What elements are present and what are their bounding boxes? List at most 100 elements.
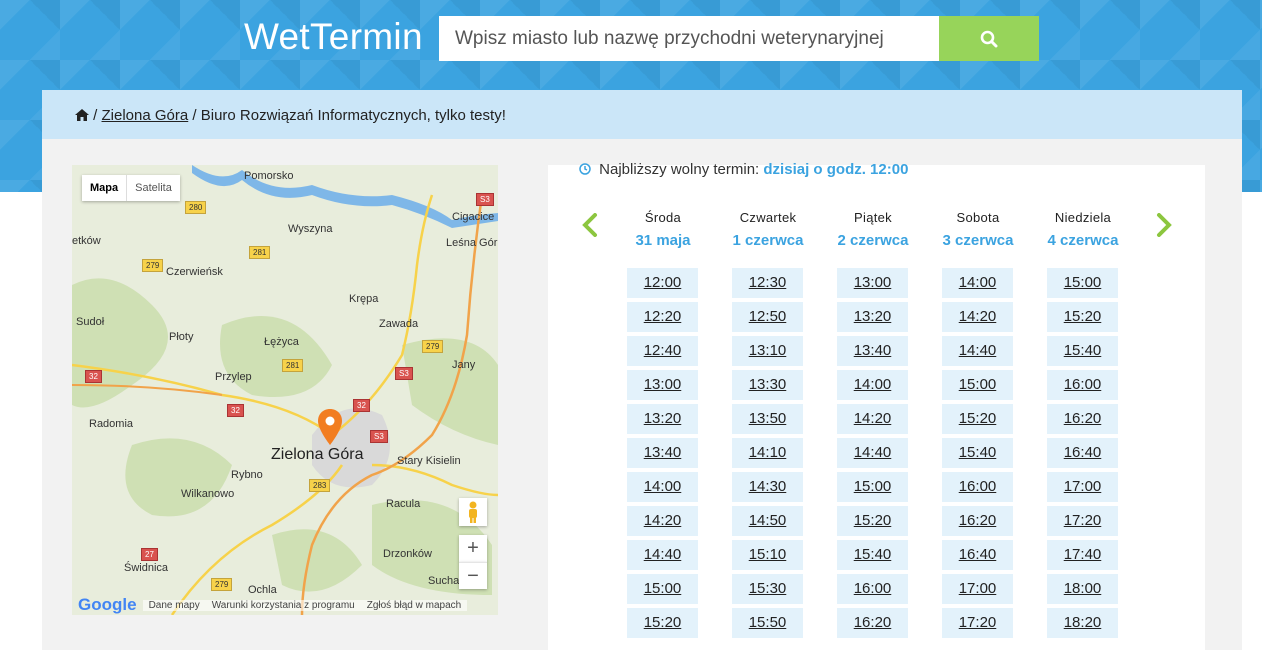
time-slot-button[interactable]: 12:40 [627, 336, 698, 366]
map-place-label: Radomia [89, 418, 134, 430]
time-slot-button[interactable]: 15:00 [837, 472, 908, 502]
zoom-out-button[interactable]: − [459, 562, 487, 589]
time-slot-button[interactable]: 17:20 [1047, 506, 1118, 536]
day-date: 31 maja [635, 232, 691, 249]
map-tab-map[interactable]: Mapa [82, 175, 128, 201]
road-badge: 279 [211, 578, 233, 591]
time-slot-button[interactable]: 13:50 [732, 404, 803, 434]
time-slot-button[interactable]: 13:00 [837, 268, 908, 298]
time-slot-button[interactable]: 14:20 [942, 302, 1013, 332]
road-badge: 281 [249, 246, 271, 259]
time-slot-button[interactable]: 17:00 [942, 574, 1013, 604]
search-input[interactable] [439, 16, 939, 61]
time-slot-button[interactable]: 15:20 [1047, 302, 1118, 332]
nearest-value[interactable]: dzisiaj o godz. 12:00 [763, 161, 908, 178]
time-slot-button[interactable]: 13:40 [627, 438, 698, 468]
time-slot-button[interactable]: 16:20 [942, 506, 1013, 536]
chevron-right-icon[interactable] [1156, 213, 1172, 237]
map-place-label: Jany [452, 359, 476, 371]
road-badge: S3 [395, 367, 413, 380]
time-slot-button[interactable]: 14:40 [627, 540, 698, 570]
map-place-label: Stary Kisielin [397, 455, 461, 467]
time-slot-button[interactable]: 13:20 [837, 302, 908, 332]
brand-logo[interactable]: WetTermin [244, 16, 423, 58]
time-slot-button[interactable]: 16:20 [837, 608, 908, 638]
time-slot-button[interactable]: 17:40 [1047, 540, 1118, 570]
time-slot-button[interactable]: 15:00 [1047, 268, 1118, 298]
time-slot-button[interactable]: 16:20 [1047, 404, 1118, 434]
map[interactable]: Mapa Satelita Pomorsko Cigacice Leśna Gó… [72, 165, 498, 615]
time-slot-button[interactable]: 12:20 [627, 302, 698, 332]
time-slot-button[interactable]: 16:00 [1047, 370, 1118, 400]
time-slot-button[interactable]: 15:30 [732, 574, 803, 604]
time-slot-button[interactable]: 13:20 [627, 404, 698, 434]
map-place-label: Leśna Gór [446, 237, 498, 249]
time-slot-button[interactable]: 15:10 [732, 540, 803, 570]
map-report-link[interactable]: Zgłoś błąd w mapach [360, 599, 468, 611]
breadcrumb: / Zielona Góra / Biuro Rozwiązań Informa… [42, 90, 1242, 139]
time-slot-button[interactable]: 17:20 [942, 608, 1013, 638]
time-slot-button[interactable]: 15:00 [627, 574, 698, 604]
time-slot-button[interactable]: 14:00 [837, 370, 908, 400]
map-marker-icon[interactable] [318, 409, 342, 445]
map-type-tabs: Mapa Satelita [82, 175, 180, 201]
map-terrain [72, 165, 498, 615]
time-slot-button[interactable]: 15:50 [732, 608, 803, 638]
time-slot-button[interactable]: 15:20 [942, 404, 1013, 434]
day-name: Niedziela [1054, 210, 1112, 225]
breadcrumb-separator: / [93, 107, 98, 124]
road-badge: 283 [309, 479, 331, 492]
time-slot-button[interactable]: 13:40 [837, 336, 908, 366]
home-icon[interactable] [75, 109, 89, 121]
pegman-icon [469, 501, 477, 523]
time-slot-button[interactable]: 15:20 [627, 608, 698, 638]
time-slot-button[interactable]: 12:30 [732, 268, 803, 298]
time-slot-button[interactable]: 18:00 [1047, 574, 1118, 604]
time-slot-button[interactable]: 14:30 [732, 472, 803, 502]
time-slot-button[interactable]: 14:10 [732, 438, 803, 468]
time-slot-button[interactable]: 16:00 [837, 574, 908, 604]
time-slot-button[interactable]: 14:20 [837, 404, 908, 434]
map-place-label: Krępa [349, 293, 379, 305]
chevron-left-icon[interactable] [582, 213, 598, 237]
time-slot-button[interactable]: 13:10 [732, 336, 803, 366]
time-slot-button[interactable]: 14:40 [942, 336, 1013, 366]
time-slot-button[interactable]: 14:20 [627, 506, 698, 536]
time-slot-list: 12:30 12:50 13:10 13:30 13:50 14:10 14:30 14:50… [732, 268, 804, 638]
day-name: Sobota [956, 210, 1000, 225]
time-slot-button[interactable]: 18:20 [1047, 608, 1118, 638]
map-data-link[interactable]: Dane mapy [142, 599, 206, 611]
time-slot-button[interactable]: 15:20 [837, 506, 908, 536]
map-place-label: Świdnica [124, 562, 169, 574]
time-slot-button[interactable]: 15:00 [942, 370, 1013, 400]
map-place-label: Sucha [428, 575, 460, 587]
time-slot-button[interactable]: 13:00 [627, 370, 698, 400]
time-slot-button[interactable]: 14:00 [942, 268, 1013, 298]
map-place-label: Płoty [169, 331, 194, 343]
map-terms-link[interactable]: Warunki korzystania z programu [205, 599, 361, 611]
time-slot-button[interactable]: 15:40 [837, 540, 908, 570]
pegman-button[interactable] [459, 498, 487, 526]
breadcrumb-city-link[interactable]: Zielona Góra [102, 107, 189, 124]
map-place-label: Cigacice [452, 211, 495, 223]
time-slot-button[interactable]: 16:40 [942, 540, 1013, 570]
time-slot-button[interactable]: 17:00 [1047, 472, 1118, 502]
time-slot-button[interactable]: 12:00 [627, 268, 698, 298]
time-slot-button[interactable]: 16:00 [942, 472, 1013, 502]
time-slot-button[interactable]: 14:50 [732, 506, 803, 536]
time-slot-button[interactable]: 12:50 [732, 302, 803, 332]
time-slot-button[interactable]: 13:30 [732, 370, 803, 400]
time-slot-button[interactable]: 15:40 [942, 438, 1013, 468]
time-slot-button[interactable]: 14:40 [837, 438, 908, 468]
map-place-label: Łężyca [264, 336, 299, 348]
zoom-in-button[interactable]: + [459, 535, 487, 562]
time-slot-button[interactable]: 14:00 [627, 472, 698, 502]
time-slot-button[interactable]: 16:40 [1047, 438, 1118, 468]
map-place-label: Rybno [231, 469, 263, 481]
map-tab-satellite[interactable]: Satelita [127, 175, 180, 201]
time-slot-list: 15:00 15:20 15:40 16:00 16:20 16:40 17:00 17:20… [1047, 268, 1119, 638]
day-column: Sobota 3 czerwca 14:00 14:20 14:40 15:00 15:20… [942, 210, 1014, 642]
time-slot-button[interactable]: 15:40 [1047, 336, 1118, 366]
map-place-label: Wilkanowo [181, 488, 235, 500]
search-button[interactable] [939, 16, 1039, 61]
